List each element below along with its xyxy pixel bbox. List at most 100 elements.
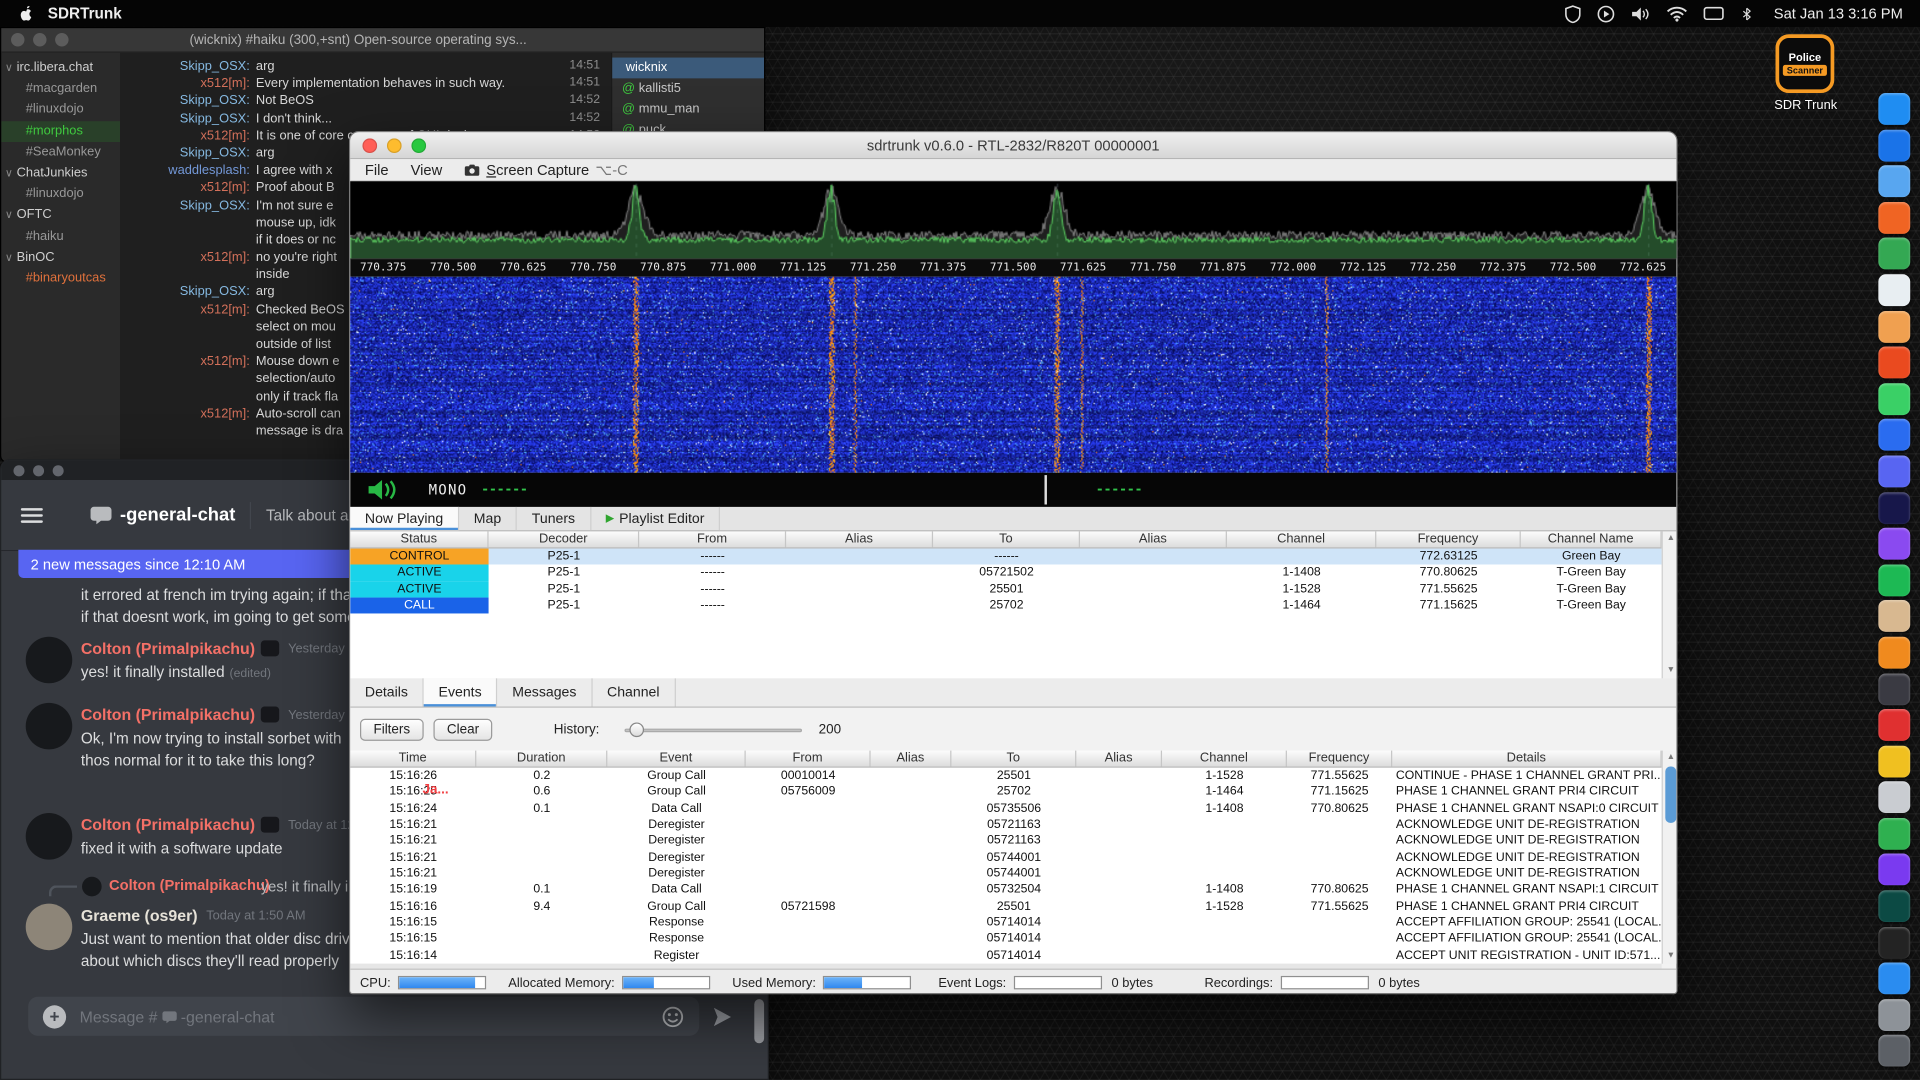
dock-purple-app-2[interactable] [1878, 854, 1910, 886]
author-name[interactable]: Colton (Primalpikachu) [81, 639, 255, 657]
column-header[interactable]: Frequency [1287, 751, 1392, 767]
scroll-down-icon[interactable]: ▼ [1663, 664, 1678, 679]
detail-tab[interactable]: Messages [498, 678, 593, 706]
dock-firefox[interactable] [1878, 202, 1910, 234]
reply-author[interactable]: Colton (Primalpikachu) [109, 877, 270, 894]
dock-gray-app[interactable] [1878, 782, 1910, 814]
menubar-clock[interactable]: Sat Jan 13 3:16 PM [1774, 5, 1903, 22]
volume-menu-icon[interactable] [1631, 6, 1651, 22]
irc-tree-item[interactable]: #morphos [1, 121, 120, 142]
column-header[interactable]: To [933, 531, 1080, 547]
desktop-icon-sdrtrunk[interactable]: Police Scanner SDR Trunk [1774, 34, 1835, 112]
attach-plus-icon[interactable]: + [43, 1005, 66, 1028]
dock-app-store[interactable] [1878, 129, 1910, 161]
column-header[interactable]: Alias [1076, 751, 1162, 767]
dock-red-app[interactable] [1878, 709, 1910, 741]
column-header[interactable]: Frequency [1376, 531, 1520, 547]
detail-tab[interactable]: Channel [592, 678, 675, 706]
event-row[interactable]: 15:16:16 9.4 Group Call 05721598 25501 1… [350, 898, 1661, 914]
event-row[interactable]: 15:16:26 0.2 Group Call 00010014 25501 1… [350, 768, 1661, 784]
irc-user[interactable]: @kallisti5 [612, 78, 764, 99]
events-header[interactable]: TimeDurationEventFromAliasToAliasChannel… [350, 751, 1661, 768]
column-header[interactable]: Status [350, 531, 488, 547]
event-row[interactable]: 15:16:21 Deregister 05721163 ACKNOWLEDGE… [350, 817, 1661, 833]
main-tab[interactable]: Tuners [517, 507, 591, 530]
dock-twitch[interactable] [1878, 492, 1910, 524]
screen-capture-menu[interactable]: Screen Capture ⌥-C [464, 161, 628, 178]
event-row[interactable]: 15:16:15 Response 05714014 ACCEPT AFFILI… [350, 915, 1661, 931]
detail-tab[interactable]: Events [424, 678, 498, 706]
clear-button[interactable]: Clear [433, 718, 492, 740]
avatar[interactable] [26, 637, 73, 684]
main-tab[interactable]: Map [459, 507, 517, 530]
irc-user[interactable]: wicknix [612, 58, 764, 79]
detail-tab[interactable]: Details [350, 678, 424, 706]
sdrtrunk-window[interactable]: sdrtrunk v0.6.0 - RTL-2832/R820T 0000000… [349, 131, 1678, 994]
minimize-button[interactable] [387, 138, 402, 153]
dock-spotify[interactable] [1878, 564, 1910, 596]
play-menu-icon[interactable] [1596, 4, 1614, 22]
channel-row[interactable]: CALL P25-1 ------ 25702 1-1464 771.15625… [350, 597, 1661, 613]
shield-menu-icon[interactable] [1564, 4, 1580, 22]
author-name[interactable]: Graeme (os9er) [81, 906, 198, 924]
column-header[interactable]: From [746, 751, 871, 767]
author-name[interactable]: Colton (Primalpikachu) [81, 816, 255, 834]
irc-zoom-button[interactable] [55, 33, 68, 46]
dock-maps[interactable] [1878, 274, 1910, 306]
bluetooth-menu-icon[interactable] [1740, 4, 1753, 22]
dock-green-circle-app[interactable] [1878, 383, 1910, 415]
now-playing-header[interactable]: StatusDecoderFromAliasToAliasChannelFreq… [350, 531, 1661, 548]
irc-tree-item[interactable]: #macgarden [1, 79, 120, 100]
speaker-icon[interactable] [366, 479, 398, 507]
dock-green-app[interactable] [1878, 238, 1910, 270]
slider-thumb[interactable] [629, 722, 644, 737]
discord-close-button[interactable] [13, 465, 24, 476]
irc-tree-item[interactable]: #binaryoutcas [1, 268, 120, 289]
events-scrollbar[interactable]: ▲ ▼ [1662, 751, 1678, 964]
now-playing-scrollbar[interactable]: ▲ ▼ [1662, 531, 1678, 678]
hamburger-menu-icon[interactable] [21, 508, 43, 523]
column-header[interactable]: Alias [871, 751, 952, 767]
zoom-button[interactable] [411, 138, 426, 153]
column-header[interactable]: Details [1392, 751, 1661, 767]
dock-teal-app[interactable] [1878, 890, 1910, 922]
sdrtrunk-titlebar[interactable]: sdrtrunk v0.6.0 - RTL-2832/R820T 0000000… [350, 132, 1676, 159]
dock-blue-app[interactable] [1878, 419, 1910, 451]
emoji-picker-icon[interactable] [661, 1005, 684, 1028]
event-row[interactable]: 15:16:14 Register 05714014 ACCEPT UNIT R… [350, 947, 1661, 963]
irc-close-button[interactable] [11, 33, 24, 46]
column-header[interactable]: Channel Name [1521, 531, 1662, 547]
menubar-app-name[interactable]: SDRTrunk [48, 5, 122, 22]
irc-titlebar[interactable]: (wicknix) #haiku (300,+snt) Open-source … [1, 28, 764, 52]
dock-blue-app-2[interactable] [1878, 963, 1910, 995]
irc-tree-item[interactable]: ∨ChatJunkies [1, 163, 120, 184]
column-header[interactable]: Channel [1227, 531, 1376, 547]
event-row[interactable]: 15:16:19 0.1 Data Call 05732504 1-1408 7… [350, 882, 1661, 898]
dock-equalizer-app[interactable] [1878, 745, 1910, 777]
file-menu[interactable]: File [365, 161, 389, 178]
avatar[interactable] [26, 703, 73, 750]
dock-black-app[interactable] [1878, 927, 1910, 959]
dock-peach-app[interactable] [1878, 310, 1910, 342]
column-header[interactable]: Alias [1080, 531, 1227, 547]
scroll-down-icon[interactable]: ▼ [1663, 949, 1678, 964]
column-header[interactable]: From [639, 531, 786, 547]
spectrum-display[interactable] [350, 181, 1677, 258]
keyboard-menu-icon[interactable] [1703, 6, 1724, 21]
event-row[interactable]: 15:16:25 0.6 Group Call 05756009 25702 1… [350, 784, 1661, 800]
frequency-scale[interactable]: 770.375770.500770.625770.750770.875771.0… [350, 258, 1676, 276]
discord-zoom-button[interactable] [53, 465, 64, 476]
column-header[interactable]: Channel [1162, 751, 1287, 767]
reply-avatar[interactable] [82, 877, 102, 897]
dock-gray-app-2[interactable] [1878, 999, 1910, 1031]
waterfall-display[interactable] [350, 277, 1677, 473]
author-name[interactable]: Colton (Primalpikachu) [81, 705, 255, 723]
history-slider[interactable] [624, 719, 802, 739]
scrollbar-thumb[interactable] [1665, 767, 1676, 823]
scroll-up-icon[interactable]: ▲ [1663, 751, 1678, 766]
event-row[interactable]: 15:16:21 Deregister 05721163 ACKNOWLEDGE… [350, 833, 1661, 849]
filters-button[interactable]: Filters [360, 718, 424, 740]
column-header[interactable]: To [951, 751, 1076, 767]
dock-purple-app[interactable] [1878, 528, 1910, 560]
avatar[interactable] [26, 813, 73, 860]
